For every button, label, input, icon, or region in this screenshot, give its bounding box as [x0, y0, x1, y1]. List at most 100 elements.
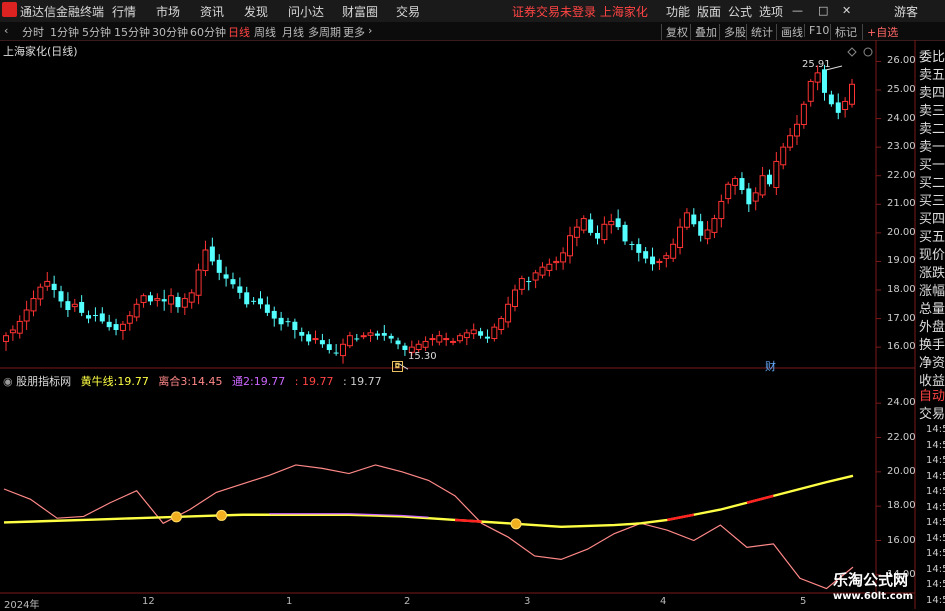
candle-body: [532, 272, 539, 281]
quote-panel-item[interactable]: 净资: [919, 352, 945, 371]
candle-body: [636, 244, 642, 253]
candle-body: [119, 323, 126, 331]
cross-signal-dot: [510, 518, 522, 530]
candle-body: [443, 338, 450, 341]
candle-body: [264, 304, 270, 313]
trade-time: 14:56: [926, 532, 945, 544]
quote-panel-item[interactable]: 换手: [919, 334, 945, 353]
candle-body: [422, 340, 429, 348]
trade-time: 14:56: [926, 424, 945, 435]
candle-body: [99, 313, 105, 322]
quote-panel-item[interactable]: 买三: [919, 190, 945, 209]
x-label-1: 1: [286, 596, 293, 607]
indicator-toggle-icon[interactable]: ◉: [3, 375, 13, 388]
main-y-tick: 17.00: [887, 312, 916, 324]
indicator-name[interactable]: 股朋指标网: [16, 375, 71, 388]
quote-panel-item[interactable]: 买一: [919, 154, 945, 173]
candle-body: [759, 175, 766, 196]
candle-body: [30, 298, 37, 312]
candle-body: [656, 260, 663, 263]
quote-panel-item[interactable]: 交易: [919, 403, 945, 422]
main-y-tick: 26.00: [887, 55, 916, 67]
candle-body: [168, 295, 175, 305]
candle-body: [677, 226, 684, 248]
ma-red-segment: [454, 518, 482, 523]
line1-value: 19.77: [117, 375, 149, 388]
finance-event-icon[interactable]: 财: [765, 358, 776, 374]
candle-body: [161, 299, 167, 302]
quote-panel-item[interactable]: 外盘: [919, 316, 945, 335]
candle-body: [766, 174, 772, 185]
candle-body: [526, 281, 532, 283]
ma-line: [3, 474, 854, 528]
candle-body: [450, 340, 457, 343]
candle-body: [16, 320, 23, 334]
candle-body: [319, 340, 325, 345]
candle-body: [539, 266, 546, 276]
candle-body: [849, 83, 855, 105]
candle-body: [244, 292, 250, 305]
candle-body: [456, 335, 463, 342]
quote-panel-item[interactable]: 卖五: [919, 64, 945, 83]
candle-body: [746, 188, 752, 205]
candle-body: [739, 178, 745, 190]
diamond-icon[interactable]: [847, 47, 857, 57]
trade-time: 14:56: [926, 594, 945, 606]
candle-body: [470, 329, 477, 335]
x-label-12: 12: [142, 596, 155, 607]
candle-body: [608, 220, 615, 226]
candle-body: [663, 255, 670, 259]
candle-body: [86, 315, 92, 319]
main-y-tick: 24.00: [887, 112, 916, 124]
indicator-header: ◉ 股朋指标网 黄牛线:19.77 离合3:14.45 通2:19.77 : 1…: [3, 373, 382, 389]
candle-body: [346, 335, 353, 347]
candle-body: [773, 160, 780, 189]
quote-panel-item[interactable]: 委比: [919, 46, 945, 65]
main-y-tick: 20.00: [887, 226, 916, 238]
trade-time: 14:56: [926, 579, 945, 590]
candle-body: [732, 178, 739, 186]
candle-body: [429, 338, 436, 341]
candlestick-series: [3, 64, 855, 364]
chart-canvas[interactable]: [0, 0, 945, 609]
x-label-4: 4: [660, 596, 667, 607]
event-marker-icon[interactable]: ◘: [392, 361, 403, 372]
candle-body: [251, 300, 257, 302]
candle-body: [3, 335, 9, 342]
quote-panel-item[interactable]: 自动: [919, 385, 945, 404]
candle-body: [595, 232, 601, 239]
quote-panel-item[interactable]: 现价: [919, 244, 945, 263]
quote-panel-item[interactable]: 卖二: [919, 118, 945, 137]
candle-body: [402, 345, 408, 350]
candle-body: [842, 100, 849, 110]
line3-label: 通2:: [232, 375, 254, 388]
main-y-tick: 18.00: [887, 284, 916, 295]
quote-panel-item[interactable]: 买五: [919, 226, 945, 245]
quote-panel-item[interactable]: 总量: [919, 298, 945, 317]
candle-body: [181, 298, 188, 308]
candle-body: [800, 103, 807, 126]
high-price-label: 25.91: [802, 59, 831, 70]
quote-panel-item[interactable]: 卖三: [919, 100, 945, 119]
candle-body: [436, 335, 443, 343]
quote-panel-item[interactable]: 卖一: [919, 136, 945, 155]
quote-panel-item[interactable]: 买二: [919, 172, 945, 191]
candle-body: [306, 334, 312, 342]
indicator-y-tick: 20.00: [887, 465, 916, 477]
main-y-tick: 25.00: [887, 84, 916, 95]
quote-panel-item[interactable]: 卖四: [919, 82, 945, 101]
quote-panel-item[interactable]: 买四: [919, 208, 945, 227]
candle-body: [51, 283, 57, 290]
line1-label: 黄牛线:: [80, 375, 118, 388]
line5-value: : 19.77: [342, 375, 382, 388]
quote-panel-item[interactable]: 涨跌: [919, 262, 945, 281]
candle-body: [367, 332, 374, 336]
candle-body: [643, 251, 649, 259]
line3-value: 19.77: [253, 375, 286, 388]
candle-body: [133, 303, 140, 318]
quote-panel-item[interactable]: 涨幅: [919, 280, 945, 299]
zoom-icon[interactable]: [863, 47, 873, 57]
candle-body: [415, 343, 422, 351]
candle-body: [511, 289, 518, 307]
candle-body: [92, 315, 98, 317]
